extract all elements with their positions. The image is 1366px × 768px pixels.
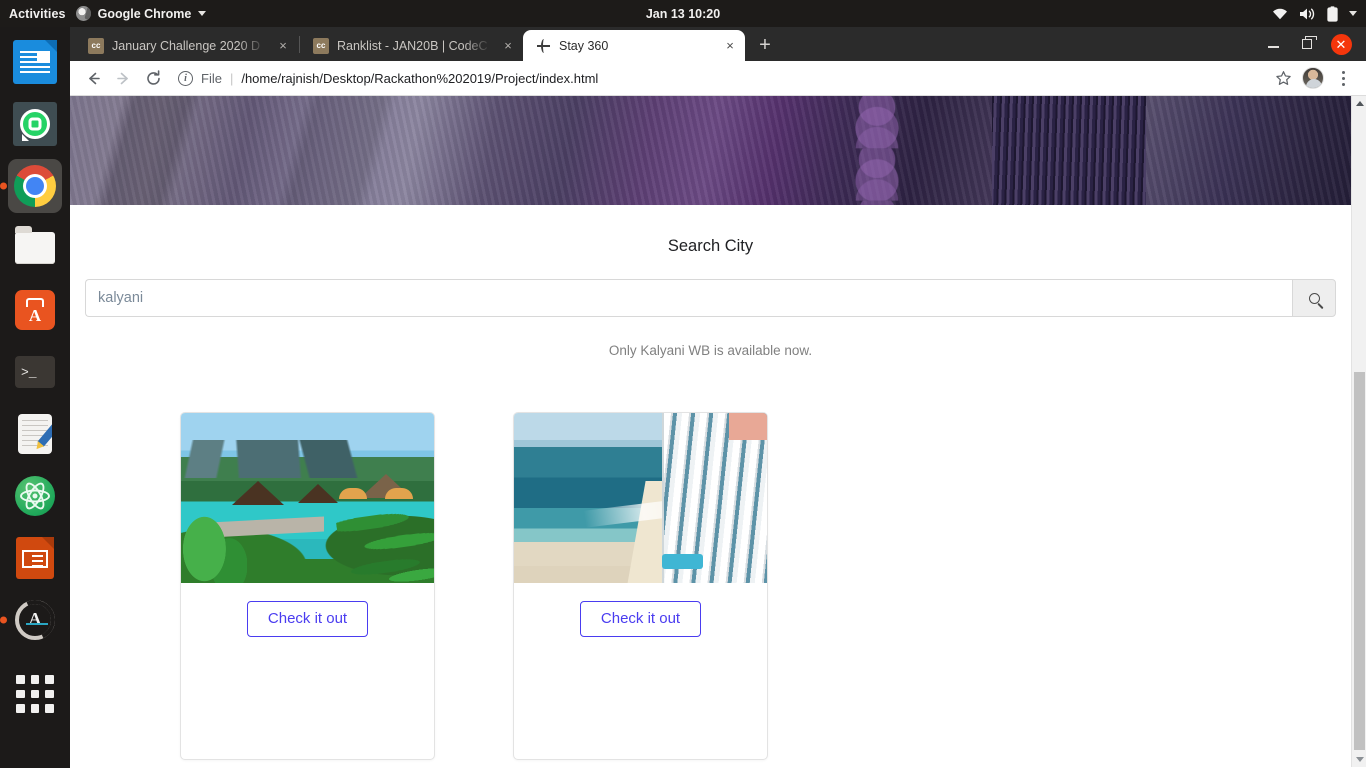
- libreoffice-impress-icon: [16, 537, 54, 579]
- app-menu-google-chrome[interactable]: Google Chrome: [75, 6, 207, 21]
- ubuntu-software-icon: A: [15, 290, 55, 330]
- tab-strip: cc January Challenge 2020 D × cc Ranklis…: [70, 27, 1366, 61]
- ubuntu-dock: A >_ A: [0, 27, 70, 768]
- globe-favicon-icon: [535, 38, 551, 54]
- hero-pattern: [787, 96, 967, 205]
- scroll-up-arrow-icon[interactable]: [1352, 96, 1366, 111]
- tab-title: Stay 360: [559, 38, 609, 53]
- availability-notice: Only Kalyani WB is available now.: [608, 343, 813, 358]
- browser-toolbar: i File | /home/rajnish/Desktop/Rackathon…: [70, 61, 1366, 96]
- battery-icon: [1327, 5, 1338, 22]
- dock-item-files[interactable]: [8, 221, 62, 275]
- libreoffice-writer-icon: [13, 40, 57, 84]
- profile-avatar-button[interactable]: [1298, 63, 1328, 93]
- chrome-window: cc January Challenge 2020 D × cc Ranklis…: [70, 27, 1366, 768]
- terminal-icon: >_: [15, 356, 55, 388]
- back-button[interactable]: [78, 63, 108, 93]
- url-scheme-label: File: [201, 70, 222, 86]
- dock-item-text-editor[interactable]: [8, 407, 62, 461]
- check-it-out-button[interactable]: Check it out: [246, 601, 369, 637]
- scrollbar-thumb[interactable]: [1354, 372, 1365, 750]
- page-viewport: Search City Only Kalyani WB is available…: [70, 96, 1366, 767]
- whatsapp-icon: [13, 102, 57, 146]
- dock-item-ubuntu-software[interactable]: A: [8, 283, 62, 337]
- wifi-icon: [1272, 7, 1288, 20]
- chevron-down-icon: [198, 11, 207, 16]
- result-card[interactable]: Check it out: [180, 412, 435, 760]
- browser-tab-ranklist[interactable]: cc Ranklist - JAN20B | CodeC ×: [301, 30, 523, 61]
- tab-divider: [299, 35, 300, 53]
- running-indicator-dot: [0, 182, 7, 190]
- system-tray[interactable]: [1272, 0, 1357, 27]
- gnome-top-bar: Activities Google Chrome Jan 13 10:20: [0, 0, 1366, 27]
- tab-title: Ranklist - JAN20B | CodeC: [337, 38, 488, 53]
- hero-curtain: [992, 96, 1147, 205]
- results-card-list: Check it out Check it out: [180, 412, 1351, 760]
- running-indicator-dot: [0, 616, 7, 624]
- dock-item-google-chrome[interactable]: [0, 159, 62, 213]
- address-bar[interactable]: i File | /home/rajnish/Desktop/Rackathon…: [172, 65, 1262, 91]
- files-folder-icon: [15, 226, 55, 264]
- app-menu-label: Google Chrome: [97, 6, 192, 21]
- scroll-down-arrow-icon[interactable]: [1352, 752, 1366, 767]
- close-tab-icon[interactable]: ×: [499, 37, 517, 55]
- dock-item-whatsapp[interactable]: [8, 97, 62, 151]
- check-it-out-button[interactable]: Check it out: [579, 601, 702, 637]
- dock-item-terminal[interactable]: >_: [8, 345, 62, 399]
- minimize-button[interactable]: [1256, 27, 1290, 61]
- maximize-button[interactable]: [1290, 27, 1324, 61]
- beachfront-hotel-image: [514, 413, 767, 583]
- bookmark-button[interactable]: [1268, 63, 1298, 93]
- url-text: /home/rajnish/Desktop/Rackathon%202019/P…: [241, 70, 599, 86]
- browser-tab-january-challenge[interactable]: cc January Challenge 2020 D ×: [76, 30, 298, 61]
- text-editor-icon: [18, 414, 52, 454]
- url-separator: |: [229, 70, 234, 86]
- search-button[interactable]: [1292, 279, 1336, 317]
- browser-tab-stay-360[interactable]: Stay 360 ×: [523, 30, 745, 61]
- dock-item-libreoffice-writer[interactable]: [8, 35, 62, 89]
- grid-apps-icon: [16, 675, 54, 713]
- tropical-resort-pool-image: [181, 413, 434, 583]
- dock-item-libreoffice-impress[interactable]: [8, 531, 62, 585]
- page-title: Search City: [667, 237, 754, 255]
- close-tab-icon[interactable]: ×: [721, 37, 739, 55]
- close-tab-icon[interactable]: ×: [274, 37, 292, 55]
- activities-button[interactable]: Activities: [0, 7, 76, 21]
- search-icon: [1308, 292, 1320, 304]
- software-updater-icon: A: [9, 594, 61, 646]
- atom-icon: [15, 476, 55, 516]
- chrome-menu-icon: [75, 6, 91, 21]
- tab-title: January Challenge 2020 D: [112, 38, 261, 53]
- hero-banner-image: [70, 96, 1351, 205]
- web-page-content: Search City Only Kalyani WB is available…: [70, 96, 1351, 760]
- avatar: [1302, 67, 1324, 89]
- card-body: Check it out: [514, 583, 767, 637]
- volume-icon: [1299, 7, 1316, 21]
- dock-item-show-applications[interactable]: [8, 667, 62, 721]
- codechef-favicon-icon: cc: [88, 37, 104, 54]
- window-controls: ✕: [1256, 27, 1366, 61]
- page-info-icon[interactable]: i: [178, 70, 193, 86]
- tray-chevron-down-icon[interactable]: [1349, 11, 1357, 16]
- new-tab-button[interactable]: +: [751, 31, 779, 59]
- search-input[interactable]: [85, 279, 1292, 317]
- close-window-button[interactable]: ✕: [1324, 27, 1358, 61]
- dock-item-software-updater[interactable]: A: [0, 593, 62, 647]
- close-icon: ✕: [1330, 33, 1352, 55]
- chrome-menu-button[interactable]: [1328, 63, 1358, 93]
- result-card[interactable]: Check it out: [513, 412, 768, 760]
- search-bar: [85, 279, 1336, 317]
- kebab-menu-icon: [1341, 70, 1345, 86]
- reload-button[interactable]: [138, 63, 168, 93]
- forward-button[interactable]: [108, 63, 138, 93]
- google-chrome-icon: [14, 165, 56, 207]
- card-body: Check it out: [181, 583, 434, 637]
- codechef-favicon-icon: cc: [313, 37, 329, 54]
- page-scrollbar[interactable]: [1351, 96, 1366, 767]
- dock-item-atom[interactable]: [8, 469, 62, 523]
